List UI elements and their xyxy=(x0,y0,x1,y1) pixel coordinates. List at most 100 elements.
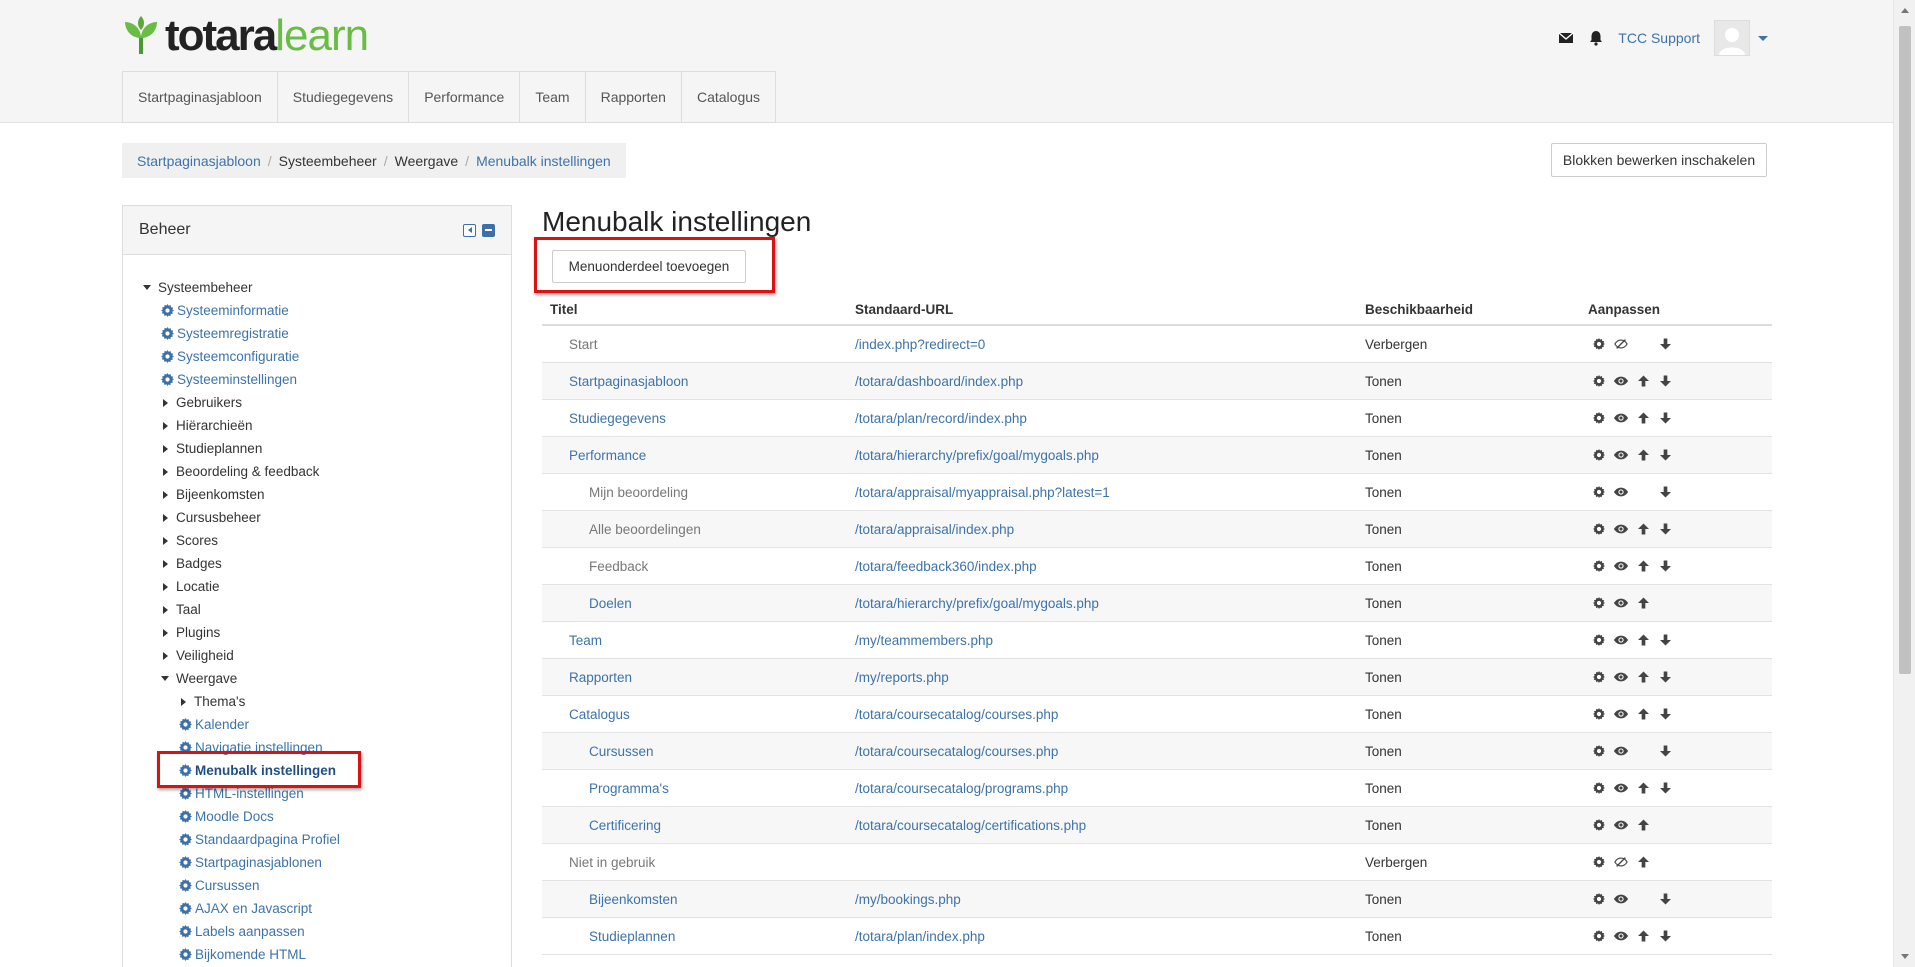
edit-gear-icon[interactable] xyxy=(1588,337,1610,351)
menu-item-url[interactable]: /index.php?redirect=0 xyxy=(855,337,985,352)
menu-item-title[interactable]: Certificering xyxy=(589,818,661,833)
dock-block-icon[interactable] xyxy=(463,223,476,237)
eye-icon[interactable] xyxy=(1610,781,1632,795)
arrow-up-icon[interactable] xyxy=(1632,633,1654,647)
breadcrumb-item-startpaginasjabloon[interactable]: Startpaginasjabloon xyxy=(137,153,261,169)
arrow-up-icon[interactable] xyxy=(1632,818,1654,832)
menu-item-title[interactable]: Studiegegevens xyxy=(569,411,666,426)
sidebar-item-systeemconfiguratie[interactable]: Systeemconfiguratie xyxy=(143,345,340,368)
sidebar-item-bijkomende-html[interactable]: Bijkomende HTML xyxy=(143,943,340,966)
arrow-up-icon[interactable] xyxy=(1632,781,1654,795)
enable-block-editing-button[interactable]: Blokken bewerken inschakelen xyxy=(1551,143,1767,177)
arrow-down-icon[interactable] xyxy=(1654,448,1676,462)
sidebar-item-kalender[interactable]: Kalender xyxy=(143,713,340,736)
sidebar-item-thema-s[interactable]: Thema's xyxy=(143,690,340,713)
eye-icon[interactable] xyxy=(1610,448,1632,462)
edit-gear-icon[interactable] xyxy=(1588,781,1610,795)
menu-item-url[interactable]: /totara/dashboard/index.php xyxy=(855,374,1023,389)
eye-icon[interactable] xyxy=(1610,670,1632,684)
arrow-up-icon[interactable] xyxy=(1632,855,1654,869)
menu-item-title[interactable]: Startpaginasjabloon xyxy=(569,374,688,389)
sidebar-item-standaardpagina-profiel[interactable]: Standaardpagina Profiel xyxy=(143,828,340,851)
edit-gear-icon[interactable] xyxy=(1588,818,1610,832)
menu-item-title[interactable]: Studieplannen xyxy=(589,929,675,944)
edit-gear-icon[interactable] xyxy=(1588,892,1610,906)
menu-item-title[interactable]: Cursussen xyxy=(589,744,654,759)
menu-item-title[interactable]: Bijeenkomsten xyxy=(589,892,678,907)
menu-item-url[interactable]: /totara/coursecatalog/certifications.php xyxy=(855,818,1086,833)
scroll-down-icon[interactable] xyxy=(1901,954,1909,959)
arrow-up-icon[interactable] xyxy=(1632,559,1654,573)
avatar[interactable] xyxy=(1714,20,1750,56)
eye-icon[interactable] xyxy=(1610,485,1632,499)
eye-icon[interactable] xyxy=(1610,929,1632,943)
nav-tab-rapporten[interactable]: Rapporten xyxy=(584,71,682,123)
chevron-down-icon[interactable] xyxy=(1758,35,1768,41)
menu-item-title[interactable]: Performance xyxy=(569,448,646,463)
eye-icon[interactable] xyxy=(1610,374,1632,388)
arrow-down-icon[interactable] xyxy=(1654,559,1676,573)
sidebar-item-moodle-docs[interactable]: Moodle Docs xyxy=(143,805,340,828)
menu-item-title[interactable]: Catalogus xyxy=(569,707,630,722)
arrow-down-icon[interactable] xyxy=(1654,374,1676,388)
menu-item-url[interactable]: /totara/hierarchy/prefix/goal/mygoals.ph… xyxy=(855,448,1099,463)
arrow-up-icon[interactable] xyxy=(1632,596,1654,610)
menu-item-url[interactable]: /totara/hierarchy/prefix/goal/mygoals.ph… xyxy=(855,596,1099,611)
add-menu-item-button[interactable]: Menuonderdeel toevoegen xyxy=(552,250,746,283)
arrow-down-icon[interactable] xyxy=(1654,892,1676,906)
sidebar-item-gebruikers[interactable]: Gebruikers xyxy=(143,391,340,414)
arrow-up-icon[interactable] xyxy=(1632,411,1654,425)
arrow-up-icon[interactable] xyxy=(1632,522,1654,536)
sidebar-item-systeeminstellingen[interactable]: Systeeminstellingen xyxy=(143,368,340,391)
edit-gear-icon[interactable] xyxy=(1588,485,1610,499)
menu-item-url[interactable]: /my/reports.php xyxy=(855,670,949,685)
menu-item-url[interactable]: /totara/appraisal/myappraisal.php?latest… xyxy=(855,485,1110,500)
bell-icon[interactable] xyxy=(1588,30,1604,46)
sidebar-item-hi-rarchie-n[interactable]: Hiërarchieën xyxy=(143,414,340,437)
scroll-up-icon[interactable] xyxy=(1901,8,1909,13)
eye-icon[interactable] xyxy=(1610,411,1632,425)
nav-tab-performance[interactable]: Performance xyxy=(408,71,521,123)
edit-gear-icon[interactable] xyxy=(1588,522,1610,536)
arrow-down-icon[interactable] xyxy=(1654,485,1676,499)
nav-tab-startpaginasjabloon[interactable]: Startpaginasjabloon xyxy=(122,71,278,123)
edit-gear-icon[interactable] xyxy=(1588,929,1610,943)
sidebar-item-labels-aanpassen[interactable]: Labels aanpassen xyxy=(143,920,340,943)
arrow-down-icon[interactable] xyxy=(1654,633,1676,647)
arrow-down-icon[interactable] xyxy=(1654,337,1676,351)
eye-icon[interactable] xyxy=(1610,522,1632,536)
edit-gear-icon[interactable] xyxy=(1588,670,1610,684)
menu-item-url[interactable]: /my/teammembers.php xyxy=(855,633,993,648)
eye-icon[interactable] xyxy=(1610,596,1632,610)
arrow-down-icon[interactable] xyxy=(1654,707,1676,721)
eye-slash-icon[interactable] xyxy=(1610,855,1632,869)
sidebar-item-scores[interactable]: Scores xyxy=(143,529,340,552)
arrow-up-icon[interactable] xyxy=(1632,929,1654,943)
arrow-down-icon[interactable] xyxy=(1654,411,1676,425)
sidebar-item-startpaginasjablonen[interactable]: Startpaginasjablonen xyxy=(143,851,340,874)
edit-gear-icon[interactable] xyxy=(1588,596,1610,610)
eye-icon[interactable] xyxy=(1610,892,1632,906)
arrow-down-icon[interactable] xyxy=(1654,744,1676,758)
sidebar-item-systeeminformatie[interactable]: Systeeminformatie xyxy=(143,299,340,322)
arrow-up-icon[interactable] xyxy=(1632,448,1654,462)
arrow-down-icon[interactable] xyxy=(1654,929,1676,943)
eye-icon[interactable] xyxy=(1610,559,1632,573)
sidebar-item-ajax-en-javascript[interactable]: AJAX en Javascript xyxy=(143,897,340,920)
sidebar-item-veiligheid[interactable]: Veiligheid xyxy=(143,644,340,667)
sidebar-item-systeemregistratie[interactable]: Systeemregistratie xyxy=(143,322,340,345)
sidebar-item-studieplannen[interactable]: Studieplannen xyxy=(143,437,340,460)
menu-item-url[interactable]: /totara/plan/index.php xyxy=(855,929,985,944)
sidebar-item-bijeenkomsten[interactable]: Bijeenkomsten xyxy=(143,483,340,506)
arrow-up-icon[interactable] xyxy=(1632,707,1654,721)
eye-icon[interactable] xyxy=(1610,707,1632,721)
arrow-down-icon[interactable] xyxy=(1654,781,1676,795)
edit-gear-icon[interactable] xyxy=(1588,374,1610,388)
eye-icon[interactable] xyxy=(1610,818,1632,832)
sidebar-item-weergave[interactable]: Weergave xyxy=(143,667,340,690)
eye-icon[interactable] xyxy=(1610,744,1632,758)
menu-item-url[interactable]: /my/bookings.php xyxy=(855,892,961,907)
arrow-up-icon[interactable] xyxy=(1632,670,1654,684)
eye-icon[interactable] xyxy=(1610,633,1632,647)
sidebar-item-badges[interactable]: Badges xyxy=(143,552,340,575)
